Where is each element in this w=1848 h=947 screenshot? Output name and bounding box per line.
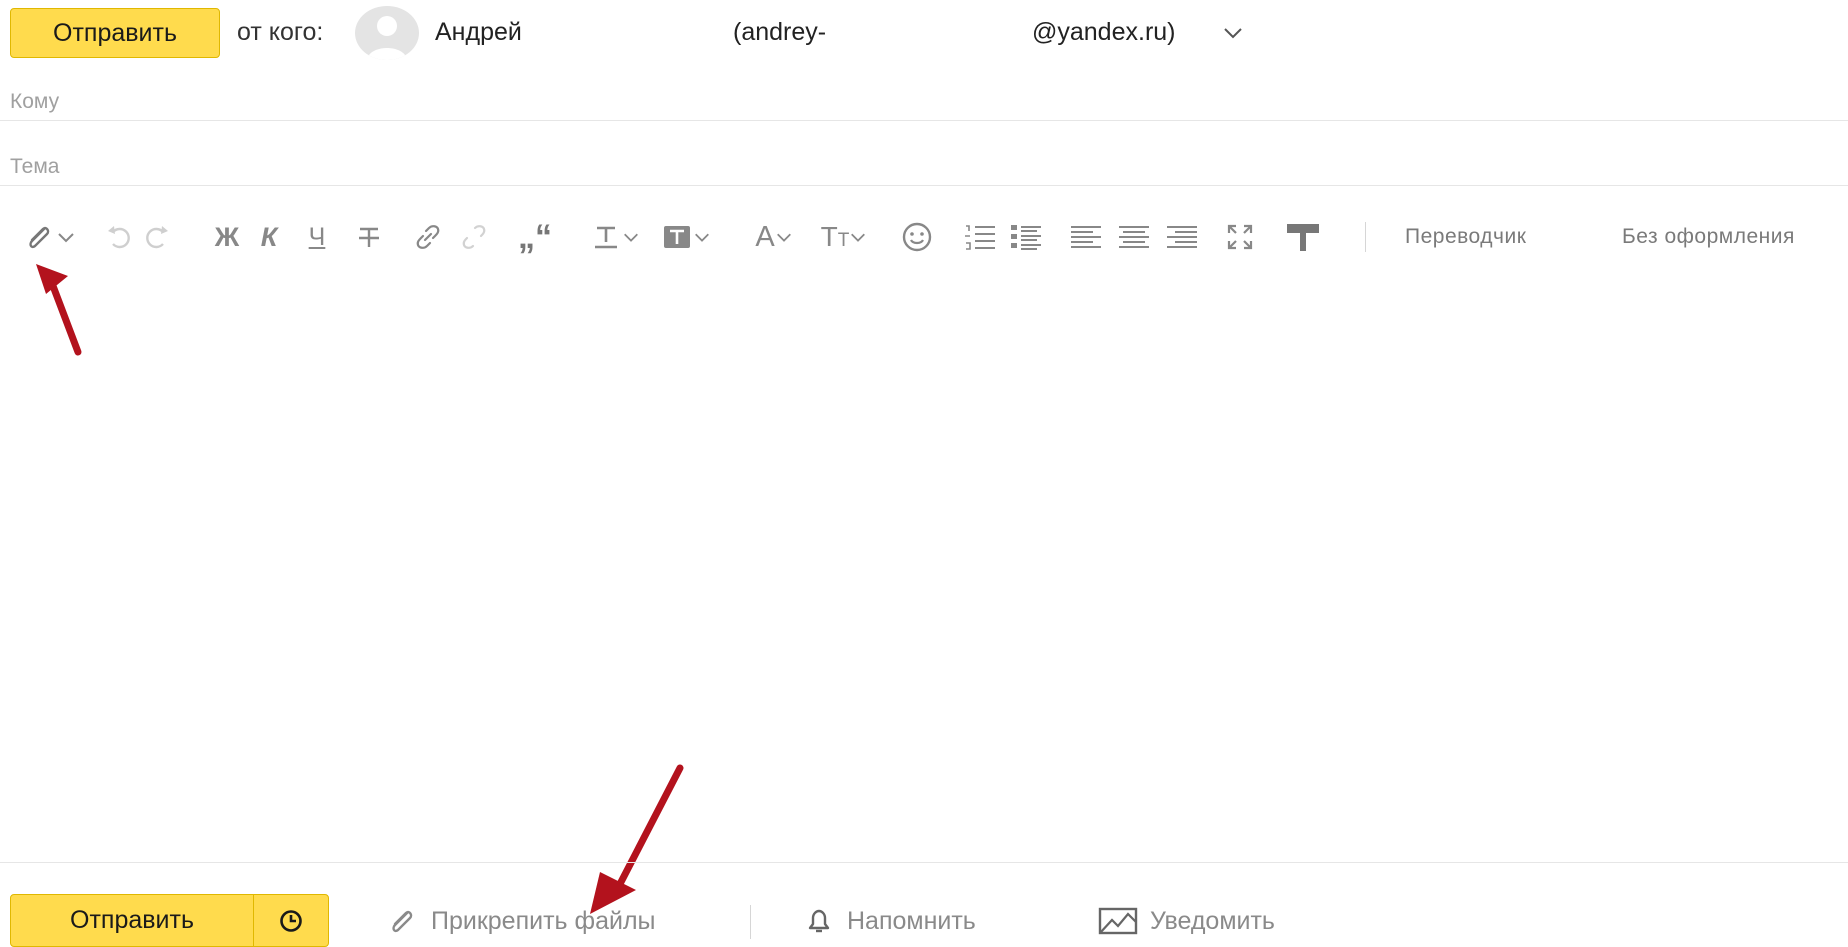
to-divider (0, 120, 1848, 121)
notify-envelope-icon (1098, 907, 1138, 935)
no-format-label: Без оформления (1622, 225, 1795, 248)
translator-label: Переводчик (1405, 225, 1527, 248)
from-label: от кого: (237, 18, 324, 46)
sender-name: Андрей (435, 18, 522, 46)
user-avatar-icon (367, 16, 407, 60)
chevron-down-icon (776, 233, 791, 242)
sender-email-right: @yandex.ru) (1032, 18, 1176, 46)
sender-dropdown-chevron-icon[interactable] (1222, 22, 1244, 44)
emoji-button[interactable] (897, 220, 937, 254)
align-right-button[interactable] (1162, 220, 1202, 254)
link-button[interactable] (410, 220, 446, 254)
text-color-button[interactable] (583, 220, 647, 254)
align-left-icon (1071, 226, 1101, 248)
chevron-down-icon (851, 233, 866, 242)
to-field[interactable]: Кому (10, 90, 1830, 120)
attach-files-label: Прикрепить файлы (431, 906, 656, 935)
attach-files-button[interactable]: Прикрепить файлы (385, 902, 656, 940)
paperclip-icon (29, 226, 50, 249)
subject-field-placeholder: Тема (10, 155, 60, 178)
toolbar-separator (1365, 222, 1366, 252)
align-right-icon (1167, 226, 1197, 248)
send-button-label: Отправить (70, 906, 194, 934)
subject-divider (0, 185, 1848, 186)
send-button-top-label: Отправить (53, 18, 177, 47)
unlink-button[interactable] (456, 220, 492, 254)
undo-button[interactable] (102, 220, 136, 254)
undo-icon (108, 226, 130, 249)
fullscreen-icon (1227, 224, 1253, 250)
send-button-top[interactable]: Отправить (10, 8, 220, 58)
bell-icon (808, 909, 830, 933)
quote-button[interactable]: „“ (515, 220, 555, 254)
paperclip-icon (392, 910, 413, 933)
remind-label: Напомнить (847, 906, 976, 935)
footer-separator (750, 905, 751, 939)
chevron-down-icon (58, 233, 74, 243)
no-format-button[interactable]: Без оформления (1622, 220, 1795, 254)
fullscreen-button[interactable] (1222, 220, 1258, 254)
clock-icon (280, 909, 302, 932)
italic-button[interactable]: К (254, 220, 284, 254)
numbered-list-button[interactable] (960, 220, 1000, 254)
subject-field[interactable]: Тема (10, 155, 1830, 185)
quote-icon: „“ (518, 218, 552, 256)
notify-label: Уведомить (1150, 906, 1275, 935)
font-size-icon: TT (820, 221, 850, 252)
remind-button[interactable]: Напомнить (805, 902, 976, 940)
bold-button[interactable]: Ж (210, 220, 244, 254)
align-center-icon (1119, 226, 1149, 248)
avatar (355, 6, 419, 60)
align-center-button[interactable] (1114, 220, 1154, 254)
footer-divider (0, 862, 1848, 863)
align-left-button[interactable] (1066, 220, 1106, 254)
background-color-icon (664, 226, 690, 248)
strikethrough-button[interactable] (354, 220, 384, 254)
chevron-down-icon (624, 233, 638, 242)
font-size-button[interactable]: TT (808, 220, 880, 254)
redo-button[interactable] (140, 220, 174, 254)
background-color-button[interactable] (654, 220, 718, 254)
numbered-list-icon (965, 225, 995, 250)
redo-icon (146, 226, 168, 249)
bold-icon: Ж (214, 221, 240, 252)
underline-icon: Ч (308, 222, 326, 251)
font-button[interactable]: A (742, 220, 806, 254)
strikethrough-icon (359, 227, 379, 247)
bulleted-list-button[interactable] (1006, 220, 1046, 254)
clear-format-button[interactable] (1282, 220, 1324, 254)
font-icon: A (755, 220, 775, 253)
annotation-arrow-footer-icon (590, 764, 684, 914)
bulleted-list-icon (1011, 225, 1041, 250)
annotation-arrow-toolbar-icon (36, 264, 82, 356)
link-icon (416, 225, 440, 249)
chevron-down-icon (695, 233, 709, 242)
underline-button[interactable]: Ч (302, 220, 332, 254)
translator-button[interactable]: Переводчик (1405, 220, 1526, 254)
to-field-placeholder: Кому (10, 90, 60, 113)
scheduled-send-button[interactable] (253, 894, 329, 947)
notify-button[interactable]: Уведомить (1098, 902, 1275, 940)
unlink-icon (462, 225, 486, 249)
attach-toolbar-button[interactable] (14, 220, 84, 254)
emoji-icon (902, 222, 932, 252)
message-body[interactable] (10, 270, 1840, 855)
send-button[interactable]: Отправить (10, 894, 254, 947)
clear-format-icon (1287, 224, 1319, 251)
italic-icon: К (260, 221, 278, 252)
sender-email-left: (andrey- (733, 18, 827, 46)
text-color-icon (595, 226, 617, 249)
